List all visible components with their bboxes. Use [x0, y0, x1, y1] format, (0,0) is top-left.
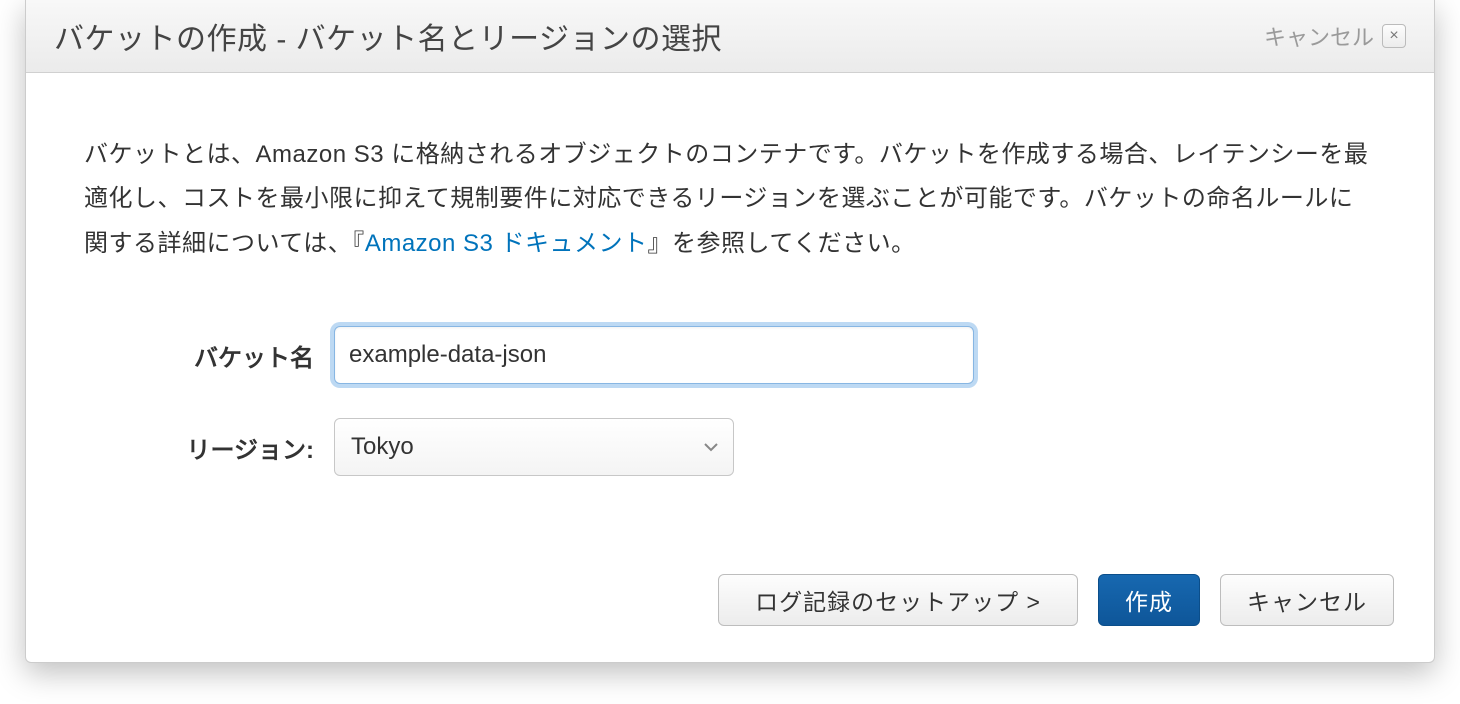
- modal-close-group: キャンセル ×: [1264, 20, 1406, 52]
- bucket-name-label: バケット名: [84, 338, 334, 373]
- bucket-name-input[interactable]: [334, 326, 974, 384]
- modal-title: バケットの作成 - バケット名とリージョンの選択: [54, 14, 722, 58]
- region-select-value: Tokyo: [334, 418, 734, 476]
- close-icon[interactable]: ×: [1382, 24, 1406, 48]
- modal-body: バケットとは、Amazon S3 に格納されるオブジェクトのコンテナです。バケッ…: [26, 73, 1434, 550]
- region-select[interactable]: Tokyo: [334, 418, 734, 476]
- region-label: リージョン:: [84, 430, 334, 465]
- bucket-name-row: バケット名: [84, 326, 1376, 384]
- s3-docs-link[interactable]: Amazon S3 ドキュメント: [365, 230, 648, 257]
- region-row: リージョン: Tokyo: [84, 418, 1376, 476]
- description-text: バケットとは、Amazon S3 に格納されるオブジェクトのコンテナです。バケッ…: [84, 133, 1376, 266]
- create-button[interactable]: 作成: [1098, 574, 1200, 626]
- create-bucket-modal: バケットの作成 - バケット名とリージョンの選択 キャンセル × バケットとは、…: [25, 0, 1435, 663]
- modal-header: バケットの作成 - バケット名とリージョンの選択 キャンセル ×: [26, 0, 1434, 73]
- cancel-button[interactable]: キャンセル: [1220, 574, 1394, 626]
- header-cancel-link[interactable]: キャンセル: [1264, 20, 1374, 52]
- description-post: 』を参照してください。: [648, 230, 916, 257]
- create-bucket-form: バケット名 リージョン: Tokyo: [84, 326, 1376, 476]
- setup-logging-button[interactable]: ログ記録のセットアップ >: [718, 574, 1078, 626]
- modal-footer: ログ記録のセットアップ > 作成 キャンセル: [26, 550, 1434, 662]
